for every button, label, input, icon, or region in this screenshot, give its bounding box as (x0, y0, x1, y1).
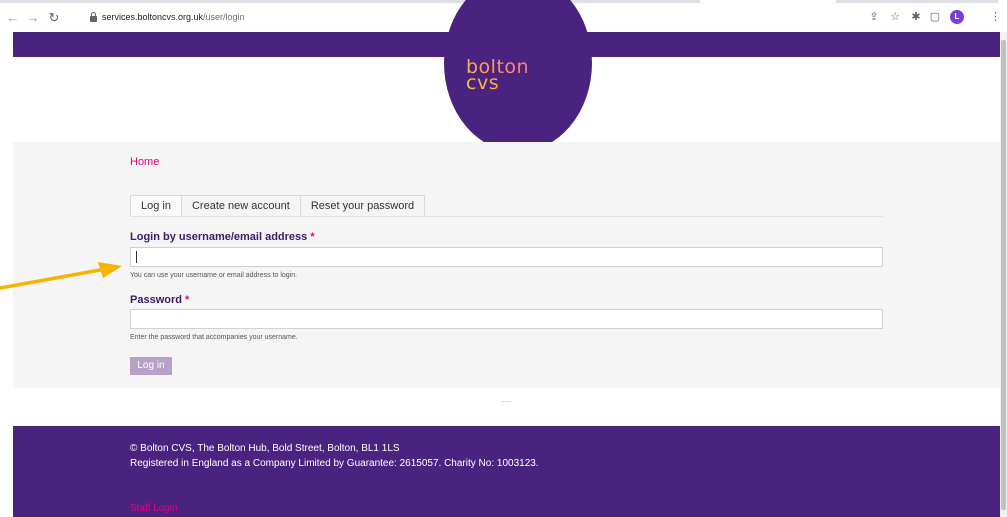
footer-address: © Bolton CVS, The Bolton Hub, Bold Stree… (130, 443, 400, 454)
reload-icon[interactable]: ↻ (47, 11, 61, 25)
star-icon[interactable]: ☆ (889, 11, 901, 23)
tab-log-in[interactable]: Log in (130, 195, 181, 217)
header-bar (13, 0, 1000, 152)
staff-login-link[interactable]: Staff Login (130, 503, 178, 514)
forward-arrow-icon[interactable]: → (26, 11, 40, 25)
lock-icon[interactable] (90, 12, 97, 22)
site-logo[interactable]: bolton cvs (466, 58, 556, 93)
scrollbar-thumb[interactable] (1001, 40, 1006, 510)
log-in-button[interactable]: Log in (130, 357, 172, 375)
share-icon[interactable]: ⇪ (868, 11, 880, 23)
divider (501, 401, 511, 402)
footer-registration: Registered in England as a Company Limit… (130, 458, 539, 469)
address-bar[interactable]: services.boltoncvs.org.uk/user/login (82, 9, 702, 27)
url-text: services.boltoncvs.org.uk/user/login (102, 12, 245, 22)
profile-avatar[interactable]: L (950, 10, 964, 24)
tab-create-account[interactable]: Create new account (180, 195, 300, 217)
username-label: Login by username/email address * (130, 231, 315, 243)
username-input[interactable] (130, 247, 883, 267)
password-label: Password * (130, 294, 190, 306)
password-input[interactable] (130, 309, 883, 329)
side-panel-icon[interactable]: ▢ (929, 11, 941, 23)
text-caret (136, 251, 137, 263)
tabs-divider (130, 216, 883, 217)
password-help: Enter the password that accompanies your… (130, 334, 298, 341)
tab-reset-password[interactable]: Reset your password (299, 195, 426, 217)
kebab-menu-icon[interactable]: ⋮ (990, 10, 1001, 24)
username-help: You can use your username or email addre… (130, 272, 298, 279)
account-tabs: Log in Create new account Reset your pas… (130, 195, 426, 217)
annotation-arrow-icon (0, 262, 122, 290)
back-arrow-icon[interactable]: ← (6, 11, 20, 25)
breadcrumb-home[interactable]: Home (130, 156, 159, 168)
puzzle-icon[interactable]: ✱ (910, 11, 922, 23)
